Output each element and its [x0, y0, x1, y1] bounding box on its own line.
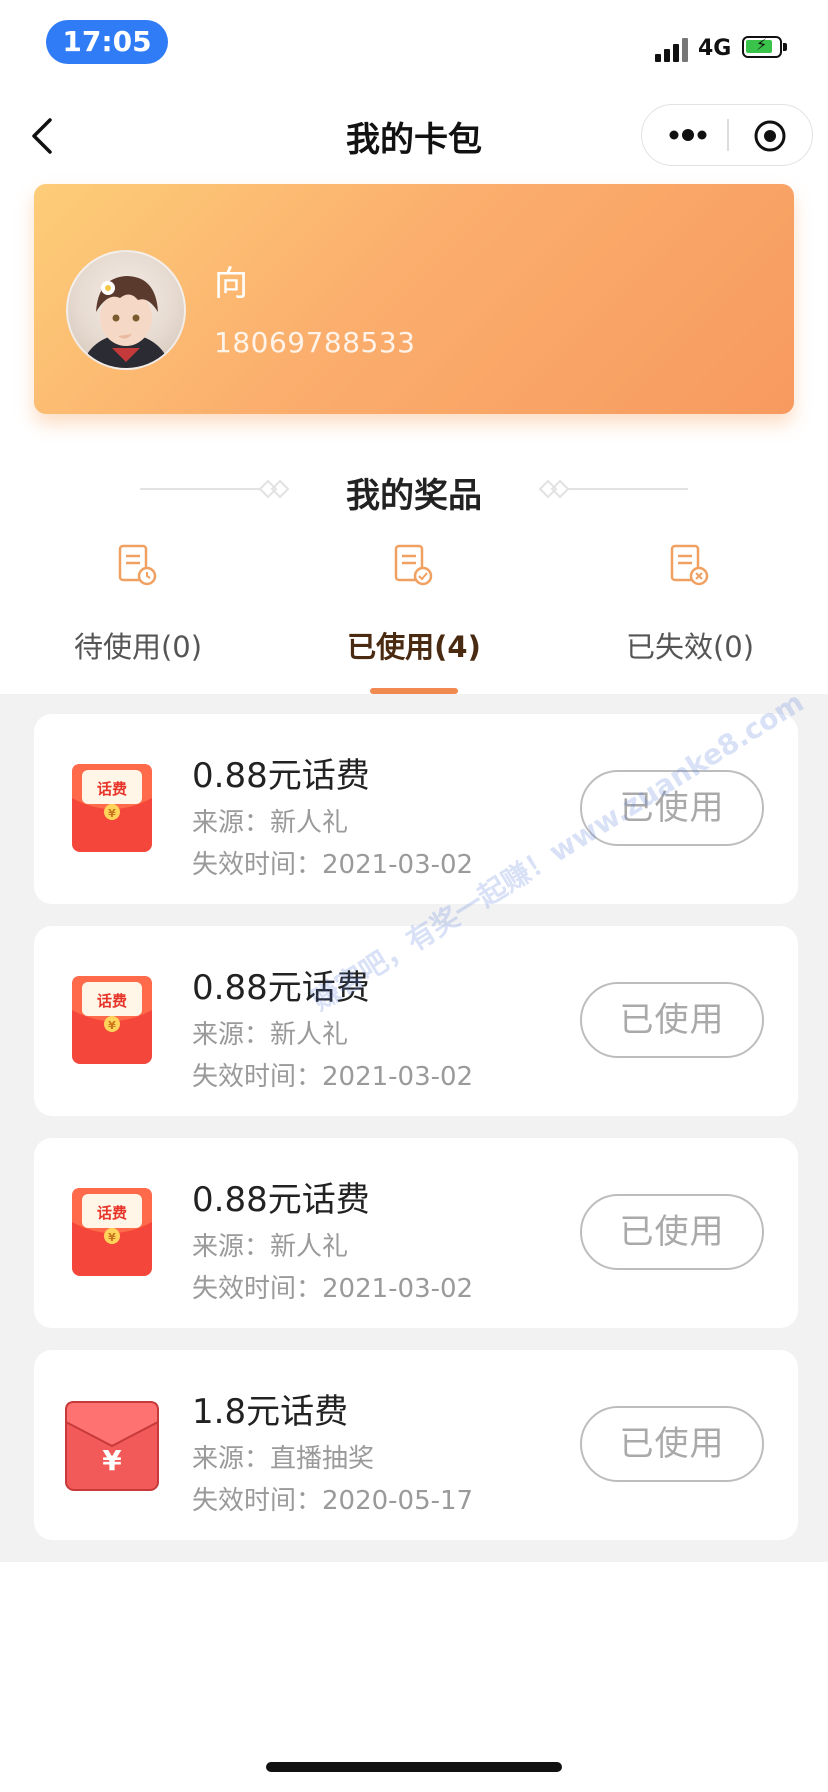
- target-circle-icon[interactable]: [752, 118, 788, 154]
- phone-bill-red-envelope-icon: 话费 ¥: [72, 764, 152, 852]
- prize-source: 来源：新人礼: [192, 1232, 349, 1262]
- nav-bar: 我的卡包: [0, 92, 828, 180]
- prize-source: 来源：新人礼: [192, 808, 349, 838]
- network-type: 4G: [698, 36, 732, 61]
- prize-name: 1.8元话费: [192, 1392, 349, 1432]
- tab-used[interactable]: 已使用(4): [276, 538, 552, 694]
- expired-document-x-icon: [670, 544, 709, 586]
- status-bar: 17:05 4G ⚡: [0, 0, 828, 88]
- tab-expired[interactable]: 已失效(0): [552, 538, 828, 694]
- prize-expiry: 失效时间：2021-03-02: [192, 850, 474, 880]
- phone-bill-red-envelope-icon: 话费 ¥: [72, 1188, 152, 1276]
- used-status-button[interactable]: 已使用: [580, 982, 764, 1058]
- more-dots-icon[interactable]: [664, 113, 712, 157]
- prize-card[interactable]: 话费 ¥ 0.88元话费 来源：新人礼 失效时间：2021-03-02 已使用: [34, 714, 798, 904]
- capsule-divider: [727, 119, 729, 151]
- svg-text:话费: 话费: [97, 1204, 127, 1222]
- used-status-button[interactable]: 已使用: [580, 1194, 764, 1270]
- used-status-button[interactable]: 已使用: [580, 770, 764, 846]
- prize-name: 0.88元话费: [192, 1180, 370, 1220]
- tab-pending[interactable]: 待使用(0): [0, 538, 276, 694]
- prize-card[interactable]: 话费 ¥ 0.88元话费 来源：新人礼 失效时间：2021-03-02 已使用: [34, 926, 798, 1116]
- prize-card[interactable]: 话费 ¥ 0.88元话费 来源：新人礼 失效时间：2021-03-02 已使用: [34, 1138, 798, 1328]
- pending-document-clock-icon: [118, 544, 157, 586]
- mini-program-capsule: [641, 104, 813, 166]
- status-time: 17:05: [46, 20, 168, 64]
- prizes-section-header: 我的奖品: [0, 462, 828, 516]
- prize-expiry: 失效时间：2020-05-17: [192, 1486, 474, 1516]
- signal-icon: [655, 38, 689, 62]
- avatar[interactable]: [66, 250, 186, 370]
- phone-bill-red-envelope-icon: 话费 ¥: [72, 976, 152, 1064]
- battery-icon: ⚡: [742, 35, 787, 58]
- svg-text:¥: ¥: [108, 1019, 116, 1032]
- prize-source: 来源：直播抽奖: [192, 1444, 375, 1474]
- home-indicator[interactable]: [266, 1762, 562, 1772]
- prize-card[interactable]: ¥ 1.8元话费 来源：直播抽奖 失效时间：2020-05-17 已使用: [34, 1350, 798, 1540]
- title-decoration-right-icon: [538, 479, 688, 499]
- svg-text:¥: ¥: [108, 807, 116, 820]
- prize-expiry: 失效时间：2021-03-02: [192, 1274, 474, 1304]
- svg-text:¥: ¥: [102, 1444, 122, 1477]
- prize-tabs: 待使用(0) 已使用(4) 已失效(0): [0, 538, 828, 694]
- prize-name: 0.88元话费: [192, 756, 370, 796]
- section-title: 我的奖品: [346, 476, 482, 516]
- user-phone: 18069788533: [214, 326, 416, 359]
- prize-list: 话费 ¥ 0.88元话费 来源：新人礼 失效时间：2021-03-02 已使用 …: [0, 694, 828, 1562]
- tab-label-expired: 已失效(0): [625, 630, 755, 664]
- tab-label-used: 已使用(4): [347, 630, 481, 664]
- user-name: 向: [214, 264, 248, 304]
- tab-label-pending: 待使用(0): [73, 630, 203, 664]
- prize-source: 来源：新人礼: [192, 1020, 349, 1050]
- svg-text:话费: 话费: [97, 780, 127, 798]
- prize-expiry: 失效时间：2021-03-02: [192, 1062, 474, 1092]
- prize-name: 0.88元话费: [192, 968, 370, 1008]
- svg-text:话费: 话费: [97, 992, 127, 1010]
- used-status-button[interactable]: 已使用: [580, 1406, 764, 1482]
- yuan-red-envelope-icon: ¥: [65, 1401, 159, 1491]
- profile-card: 向 18069788533: [34, 184, 794, 414]
- svg-text:¥: ¥: [108, 1231, 116, 1244]
- used-document-check-icon: [394, 544, 433, 586]
